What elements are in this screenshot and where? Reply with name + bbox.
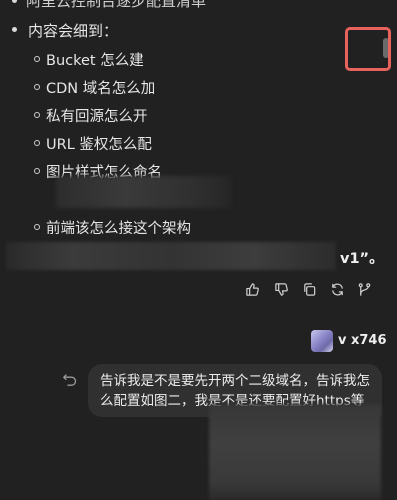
undo-icon[interactable] [62,372,78,388]
redacted-image [209,404,381,500]
thumbs-up-icon[interactable] [244,281,260,297]
avatar [311,330,333,352]
ring-bullet [34,84,40,90]
ring-bullet [34,168,40,174]
bullet-dot [12,27,17,32]
branch-icon[interactable] [356,281,372,297]
ring-bullet [34,224,40,230]
thumbs-down-icon[interactable] [273,281,289,297]
scrollbar[interactable] [382,0,392,500]
main-list-item: 内容会细到： [28,22,119,40]
bullet-dot [12,0,17,3]
redacted-block [6,242,336,270]
cutoff-line: 阿里云控制台逐步配置清单 [26,0,207,10]
highlight-annotation [345,27,391,71]
redacted-block [56,176,231,208]
user-name: v x746 [338,333,387,348]
regenerate-icon[interactable] [329,281,345,297]
ring-bullet [34,140,40,146]
chat-view: 阿里云控制台逐步配置清单 内容会细到： Bucket 怎么建 CDN 域名怎么加… [0,0,397,500]
copy-icon[interactable] [301,281,317,297]
ring-bullet [34,112,40,118]
ring-bullet [34,56,40,62]
message-suffix: v1”。 [340,251,384,267]
message-actions [244,281,374,299]
